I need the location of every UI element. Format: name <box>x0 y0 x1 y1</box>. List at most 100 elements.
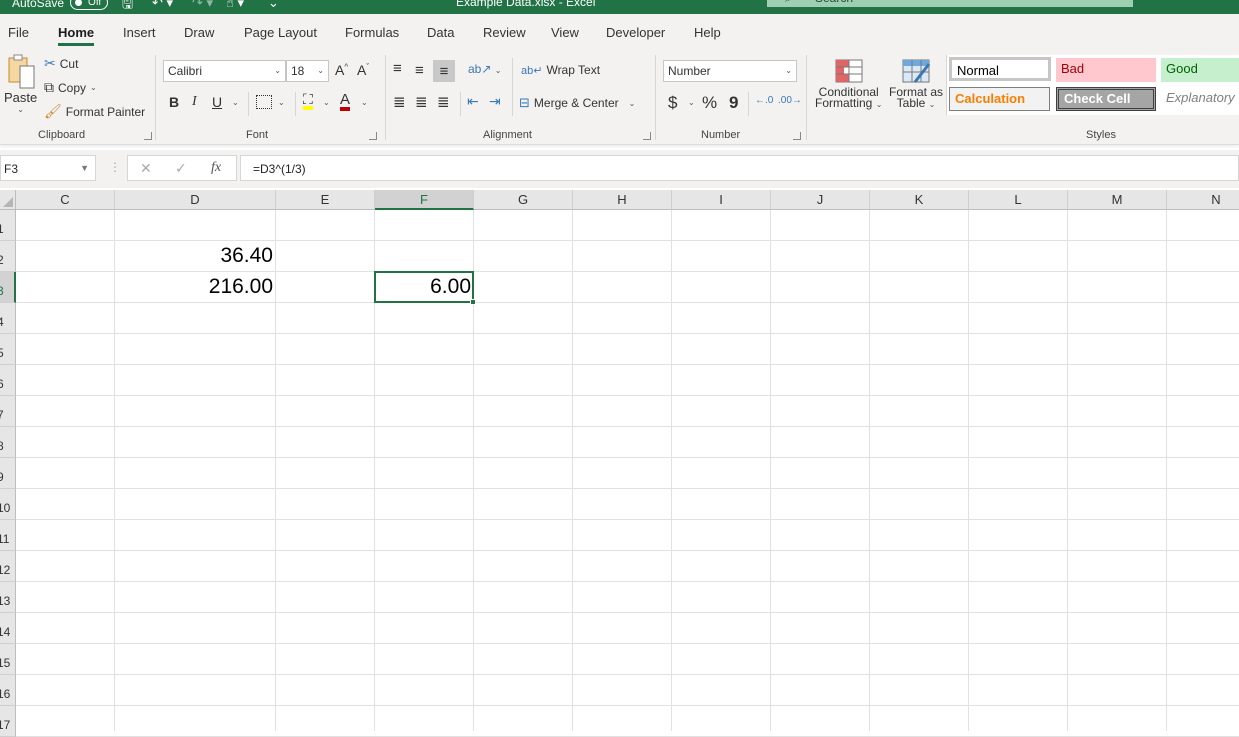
wrap-text-button[interactable]: ab↵ Wrap Text <box>521 63 600 77</box>
insert-function-icon[interactable]: fx <box>211 160 221 176</box>
decrease-font-size-button[interactable]: Aˇ <box>357 62 369 78</box>
column-header-j[interactable]: J <box>771 190 870 210</box>
comma-style-button[interactable]: 9 <box>729 93 738 113</box>
currency-dropdown-icon[interactable]: ⌄ <box>688 98 695 107</box>
row-header-2[interactable]: 2 <box>0 241 16 272</box>
decrease-indent-icon[interactable]: ⇤ <box>467 93 479 110</box>
style-check-cell[interactable]: Check Cell <box>1056 87 1156 111</box>
tab-formulas[interactable]: Formulas <box>345 25 399 40</box>
column-header-i[interactable]: I <box>672 190 771 210</box>
column-header-n[interactable]: N <box>1167 190 1239 210</box>
bold-button[interactable]: B <box>169 94 179 110</box>
align-left-icon[interactable]: ≣ <box>393 93 406 111</box>
save-icon[interactable]: 🖫 <box>122 0 133 14</box>
merge-center-button[interactable]: ⊟ Merge & Center ⌄ <box>519 95 635 111</box>
cell-d3[interactable]: 216.00 <box>115 272 276 303</box>
tab-page-layout[interactable]: Page Layout <box>244 25 317 40</box>
copy-dropdown-icon[interactable]: ⌄ <box>90 83 97 92</box>
paste-button[interactable]: Paste ⌄ <box>4 54 37 114</box>
paste-dropdown-icon[interactable]: ⌄ <box>17 105 24 114</box>
enter-icon[interactable]: ✓ <box>175 160 187 177</box>
style-calculation[interactable]: Calculation <box>949 87 1050 111</box>
style-bad[interactable]: Bad <box>1056 58 1156 82</box>
copy-button[interactable]: ⧉ Copy ⌄ <box>44 79 97 96</box>
row-header-14[interactable]: 14 <box>0 613 16 644</box>
font-name-select[interactable]: Calibri ⌄ <box>163 60 286 82</box>
fill-handle[interactable] <box>470 299 476 305</box>
tab-review[interactable]: Review <box>483 25 526 40</box>
style-normal[interactable]: Normal <box>949 57 1051 81</box>
select-all-button[interactable] <box>0 190 16 210</box>
autosave[interactable]: AutoSave Off <box>12 0 109 10</box>
column-header-g[interactable]: G <box>474 190 573 210</box>
number-format-select[interactable]: Number ⌄ <box>663 60 797 82</box>
row-header-10[interactable]: 10 <box>0 489 16 520</box>
italic-button[interactable]: I <box>192 94 197 110</box>
font-color-dropdown-icon[interactable]: ⌄ <box>361 98 368 107</box>
increase-decimal-icon[interactable]: ←.0 <box>755 95 773 106</box>
cancel-icon[interactable]: ✕ <box>140 160 152 177</box>
cut-button[interactable]: ✂ Cut <box>44 55 78 72</box>
row-header-5[interactable]: 5 <box>0 334 16 365</box>
formula-input[interactable]: =D3^(1/3) <box>240 155 1239 181</box>
row-header-13[interactable]: 13 <box>0 582 16 613</box>
font-launcher-icon[interactable] <box>369 132 377 140</box>
decrease-decimal-icon[interactable]: .00→ <box>778 95 802 106</box>
column-header-e[interactable]: E <box>276 190 375 210</box>
column-header-h[interactable]: H <box>573 190 672 210</box>
top-align-icon[interactable]: ≡ <box>393 60 402 77</box>
column-header-c[interactable]: C <box>16 190 115 210</box>
row-header-17[interactable]: 17 <box>0 706 16 737</box>
tab-developer[interactable]: Developer <box>606 25 665 40</box>
format-as-table-button[interactable]: Format as Table ⌄ <box>889 58 943 110</box>
name-box[interactable]: F3 ▼ <box>0 155 96 181</box>
row-header-7[interactable]: 7 <box>0 396 16 427</box>
orientation-icon[interactable]: ab↗ ⌄ <box>468 62 501 76</box>
undo-icon[interactable]: ↶ ▾ <box>152 0 173 11</box>
row-header-8[interactable]: 8 <box>0 427 16 458</box>
fill-color-dropdown-icon[interactable]: ⌄ <box>323 98 330 107</box>
redo-icon[interactable]: ↷ ▾ <box>192 0 213 11</box>
bottom-align-icon[interactable]: ≡ <box>433 60 455 82</box>
row-header-15[interactable]: 15 <box>0 644 16 675</box>
column-header-f[interactable]: F <box>375 190 474 210</box>
merge-dropdown-icon[interactable]: ⌄ <box>629 99 636 108</box>
style-explanatory[interactable]: Explanatory <box>1161 87 1239 111</box>
row-header-11[interactable]: 11 <box>0 520 16 551</box>
search-box[interactable]: ⌕ Search <box>767 0 1133 7</box>
style-good[interactable]: Good <box>1161 58 1239 82</box>
column-header-d[interactable]: D <box>115 190 276 210</box>
tab-insert[interactable]: Insert <box>123 25 156 40</box>
align-center-icon[interactable]: ≣ <box>415 93 428 111</box>
underline-button[interactable]: U <box>212 94 222 110</box>
number-launcher-icon[interactable] <box>793 132 801 140</box>
cell-d2[interactable]: 36.40 <box>115 241 276 272</box>
row-header-1[interactable]: 1 <box>0 210 16 241</box>
font-color-icon[interactable]: A <box>340 92 351 111</box>
borders-dropdown-icon[interactable]: ⌄ <box>278 98 285 107</box>
tab-help[interactable]: Help <box>694 25 721 40</box>
column-header-k[interactable]: K <box>870 190 969 210</box>
tab-home[interactable]: Home <box>58 25 95 46</box>
align-right-icon[interactable]: ≣ <box>437 93 450 111</box>
customize-qat-icon[interactable]: ⌄ <box>268 0 279 11</box>
conditional-formatting-button[interactable]: Conditional Formatting ⌄ <box>815 58 882 110</box>
clipboard-launcher-icon[interactable] <box>144 132 152 140</box>
tab-view[interactable]: View <box>551 25 579 40</box>
tab-draw[interactable]: Draw <box>184 25 214 40</box>
formula-bar-resize-handle[interactable]: ⋮ <box>109 160 121 174</box>
format-painter-button[interactable]: 🖌 Format Painter <box>44 103 145 120</box>
row-header-16[interactable]: 16 <box>0 675 16 706</box>
column-header-l[interactable]: L <box>969 190 1068 210</box>
borders-icon[interactable] <box>256 95 272 109</box>
column-header-m[interactable]: M <box>1068 190 1167 210</box>
row-header-9[interactable]: 9 <box>0 458 16 489</box>
font-size-select[interactable]: 18 ⌄ <box>286 60 329 82</box>
increase-font-size-button[interactable]: A^ <box>335 62 348 78</box>
percent-button[interactable]: % <box>702 93 717 113</box>
tab-file[interactable]: File <box>8 25 29 40</box>
touch-mode-icon[interactable]: ☝ ▾ <box>226 0 244 11</box>
row-header-4[interactable]: 4 <box>0 303 16 334</box>
tab-data[interactable]: Data <box>427 25 454 40</box>
currency-button[interactable]: $ <box>668 93 677 113</box>
